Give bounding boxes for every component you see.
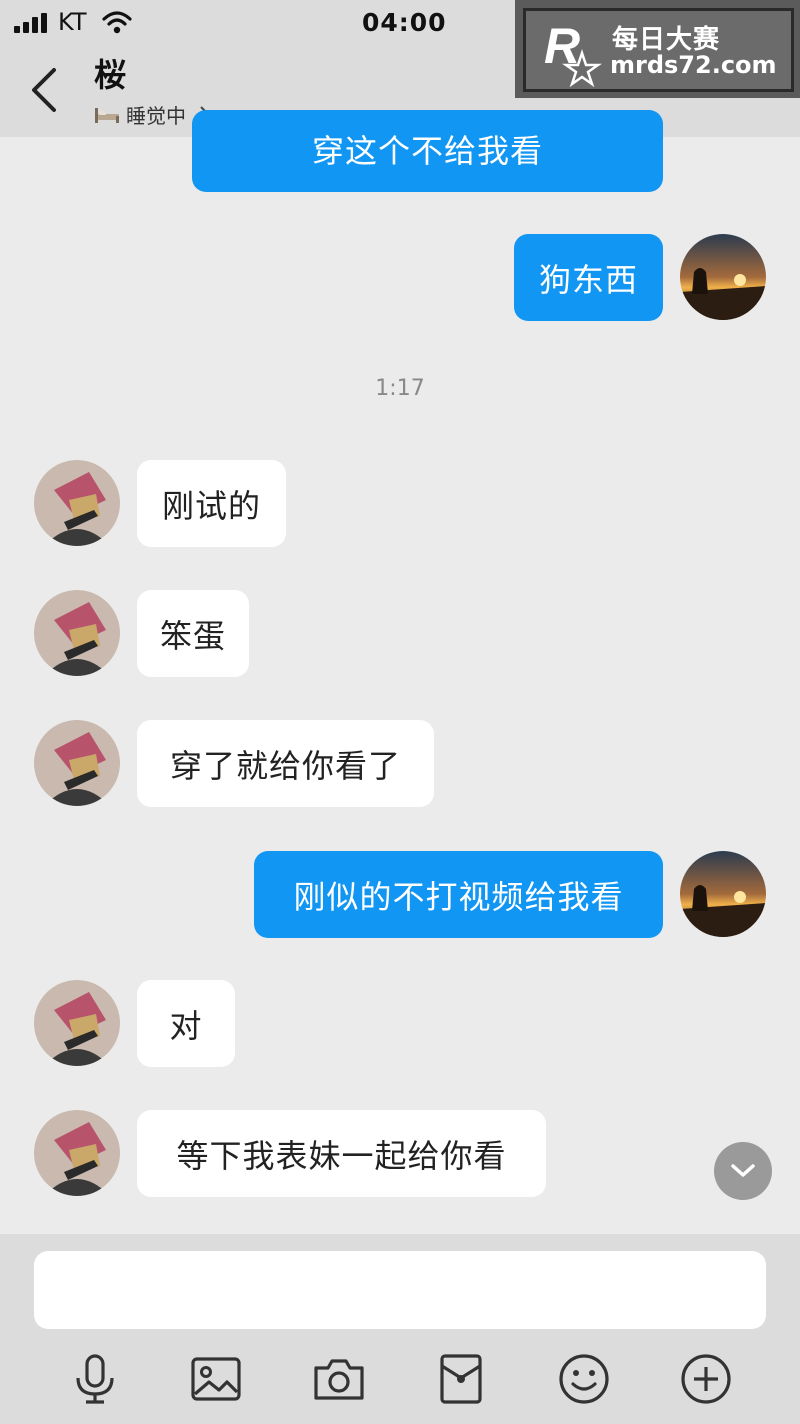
contact-avatar[interactable] [34, 720, 120, 806]
input-panel [0, 1234, 800, 1424]
sunset-avatar-image [680, 851, 766, 937]
message-bubble-incoming[interactable]: 笨蛋 [137, 590, 249, 677]
message-text: 穿这个不给我看 [311, 132, 543, 170]
message-bubble-incoming[interactable]: 穿了就给你看了 [137, 720, 434, 807]
back-button[interactable] [22, 62, 70, 118]
contact-avatar[interactable] [34, 590, 120, 676]
red-packet-icon [440, 1354, 482, 1404]
emoji-button[interactable] [557, 1352, 611, 1406]
message-text: 狗东西 [538, 260, 638, 299]
message-text: 对 [169, 1006, 203, 1045]
watermark-logo: R [544, 19, 602, 87]
contact-avatar-image [34, 720, 120, 806]
contact-name[interactable]: 桜 [94, 50, 126, 96]
camera-icon [314, 1359, 364, 1400]
message-input[interactable] [34, 1251, 766, 1329]
contact-avatar[interactable] [34, 1110, 120, 1196]
status-time: 04:00 [362, 8, 447, 37]
message-text: 刚似的不打视频给我看 [293, 877, 624, 916]
chevron-down-icon [731, 1164, 755, 1177]
microphone-icon [76, 1354, 114, 1404]
emoji-icon [559, 1354, 609, 1404]
scroll-to-bottom-button[interactable] [714, 1142, 772, 1200]
image-icon [191, 1357, 241, 1401]
message-bubble-incoming[interactable]: 对 [137, 980, 235, 1067]
sunset-avatar-image [680, 234, 766, 320]
message-bubble-incoming[interactable]: 刚试的 [137, 460, 286, 547]
plus-icon [681, 1354, 731, 1404]
voice-button[interactable] [68, 1352, 122, 1406]
carrier-label: KT [58, 8, 87, 36]
message-text: 等下我表妹一起给你看 [176, 1136, 507, 1175]
contact-avatar-image [34, 980, 120, 1066]
message-timestamp: 1:17 [375, 376, 425, 401]
contact-avatar-image [34, 460, 120, 546]
more-button[interactable] [679, 1352, 733, 1406]
my-avatar[interactable] [680, 851, 766, 937]
signal-icon [14, 13, 47, 33]
image-button[interactable] [189, 1352, 243, 1406]
message-text: 穿了就给你看了 [169, 746, 401, 785]
contact-avatar[interactable] [34, 460, 120, 546]
bed-icon [95, 107, 119, 123]
message-bubble-outgoing[interactable]: 狗东西 [514, 234, 663, 321]
message-bubble-incoming[interactable]: 等下我表妹一起给你看 [137, 1110, 546, 1197]
message-bubble-outgoing[interactable]: 穿这个不给我看 [192, 110, 663, 192]
contact-avatar[interactable] [34, 980, 120, 1066]
wifi-icon [102, 11, 132, 34]
watermark-overlay: R 每日大赛 mrds72.com [515, 0, 800, 98]
contact-avatar-image [34, 590, 120, 676]
red-packet-button[interactable] [434, 1352, 488, 1406]
contact-status-text: 睡觉中 [126, 104, 186, 128]
contact-avatar-image [34, 1110, 120, 1196]
message-text: 刚试的 [161, 486, 261, 525]
message-bubble-outgoing[interactable]: 刚似的不打视频给我看 [254, 851, 663, 938]
message-text: 笨蛋 [159, 616, 226, 655]
my-avatar[interactable] [680, 234, 766, 320]
watermark-url: mrds72.com [610, 51, 777, 79]
camera-button[interactable] [312, 1352, 366, 1406]
